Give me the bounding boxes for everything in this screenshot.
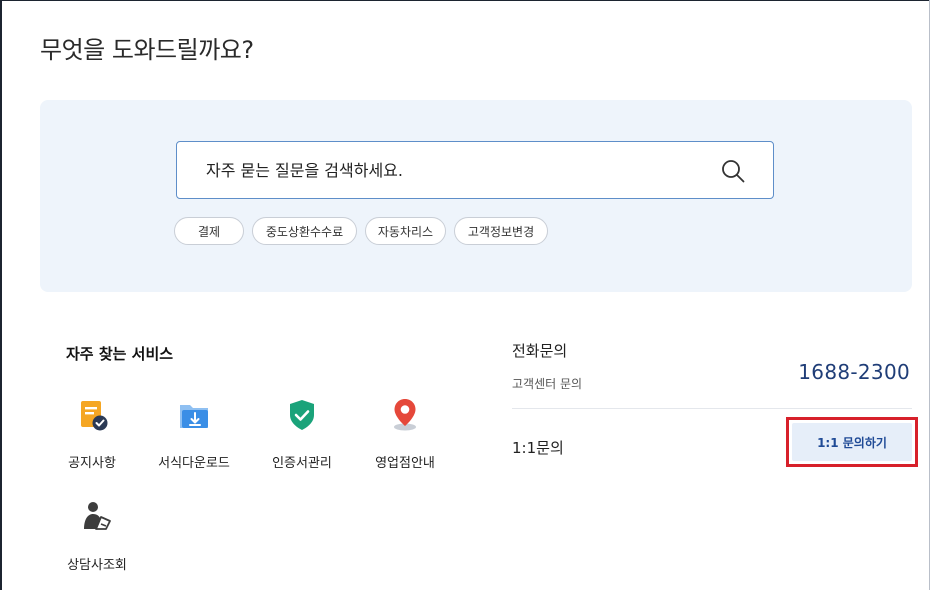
page-title: 무엇을 도와드릴까요?: [40, 36, 254, 64]
tag-prepayment-fee[interactable]: 중도상환수수료: [252, 217, 357, 245]
search-input[interactable]: [206, 142, 706, 198]
popular-keyword-tags: 결제 중도상환수수료 자동차리스 고객정보변경: [174, 217, 548, 245]
notice-icon: [81, 401, 108, 431]
contact-divider: [512, 408, 912, 409]
search-button[interactable]: [719, 157, 747, 185]
window-frame-left: [0, 0, 2, 590]
service-counselor-lookup[interactable]: 상담사조회: [47, 497, 147, 573]
service-notice[interactable]: 공지사항: [42, 395, 142, 471]
tag-customer-info-change[interactable]: 고객정보변경: [454, 217, 548, 245]
tag-car-lease[interactable]: 자동차리스: [365, 217, 446, 245]
phone-inquiry-subtitle: 고객센터 문의: [512, 377, 583, 391]
download-folder-icon: [180, 405, 208, 428]
service-label: 상담사조회: [67, 558, 127, 573]
service-certificate[interactable]: 인증서관리: [252, 395, 352, 471]
phone-inquiry-title: 전화문의: [512, 342, 568, 360]
service-label: 공지사항: [68, 456, 116, 471]
one-to-one-inquiry-button[interactable]: 1:1 문의하기: [792, 423, 912, 461]
service-form-download[interactable]: 서식다운로드: [144, 395, 244, 471]
location-pin-icon: [394, 399, 416, 431]
service-label: 영업점안내: [375, 456, 435, 471]
frequent-services-title: 자주 찾는 서비스: [66, 345, 174, 363]
window-frame-top: [0, 0, 930, 1]
service-branch-info[interactable]: 영업점안내: [355, 395, 455, 471]
certificate-shield-icon: [290, 400, 314, 430]
tag-payment[interactable]: 결제: [174, 217, 244, 245]
search-icon: [722, 160, 745, 183]
phone-number: 1688-2300: [798, 360, 910, 384]
search-panel: 결제 중도상환수수료 자동차리스 고객정보변경: [40, 100, 912, 292]
search-box: [176, 141, 774, 199]
counselor-icon: [84, 502, 111, 530]
service-label: 서식다운로드: [158, 456, 230, 471]
service-label: 인증서관리: [272, 456, 332, 471]
one-to-one-inquiry-label: 1:1문의: [512, 439, 564, 457]
